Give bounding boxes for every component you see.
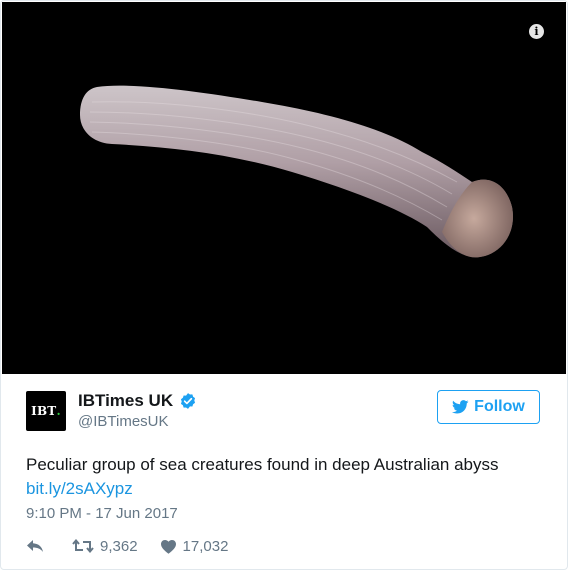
author-name-row: IBTimes UK [78, 391, 197, 411]
like-count: 17,032 [182, 537, 229, 555]
twitter-bird-icon [452, 400, 469, 414]
info-icon[interactable]: i [529, 24, 544, 39]
avatar-dot: . [56, 404, 61, 418]
like-button[interactable]: 17,032 [160, 537, 229, 555]
tweet-photo[interactable]: i [2, 2, 566, 374]
follow-label: Follow [474, 398, 525, 415]
reply-button[interactable] [26, 539, 50, 553]
follow-button[interactable]: Follow [437, 390, 540, 424]
tweet-text: Peculiar group of sea creatures found in… [26, 453, 546, 501]
sea-creature-image [80, 85, 513, 258]
reply-icon [27, 540, 43, 552]
tweet-timestamp[interactable]: 9:10 PM - 17 Jun 2017 [26, 505, 178, 522]
author-handle[interactable]: @IBTimesUK [78, 413, 169, 430]
heart-icon [160, 539, 176, 554]
retweet-icon [72, 539, 94, 553]
retweet-count: 9,362 [100, 537, 138, 555]
author-name[interactable]: IBTimes UK [78, 391, 173, 411]
avatar[interactable]: IBT. [26, 391, 66, 431]
tweet-body: Peculiar group of sea creatures found in… [26, 455, 499, 474]
verified-badge-icon [181, 393, 196, 409]
tweet-link[interactable]: bit.ly/2sAXypz [26, 477, 546, 501]
tweet-actions: 9,362 17,032 [26, 536, 250, 556]
retweet-button[interactable]: 9,362 [72, 538, 138, 555]
avatar-text: IBT [31, 404, 57, 418]
tweet-card: i IBT. IBTimes UK @IBTimesUK Follow Pecu… [0, 0, 568, 570]
